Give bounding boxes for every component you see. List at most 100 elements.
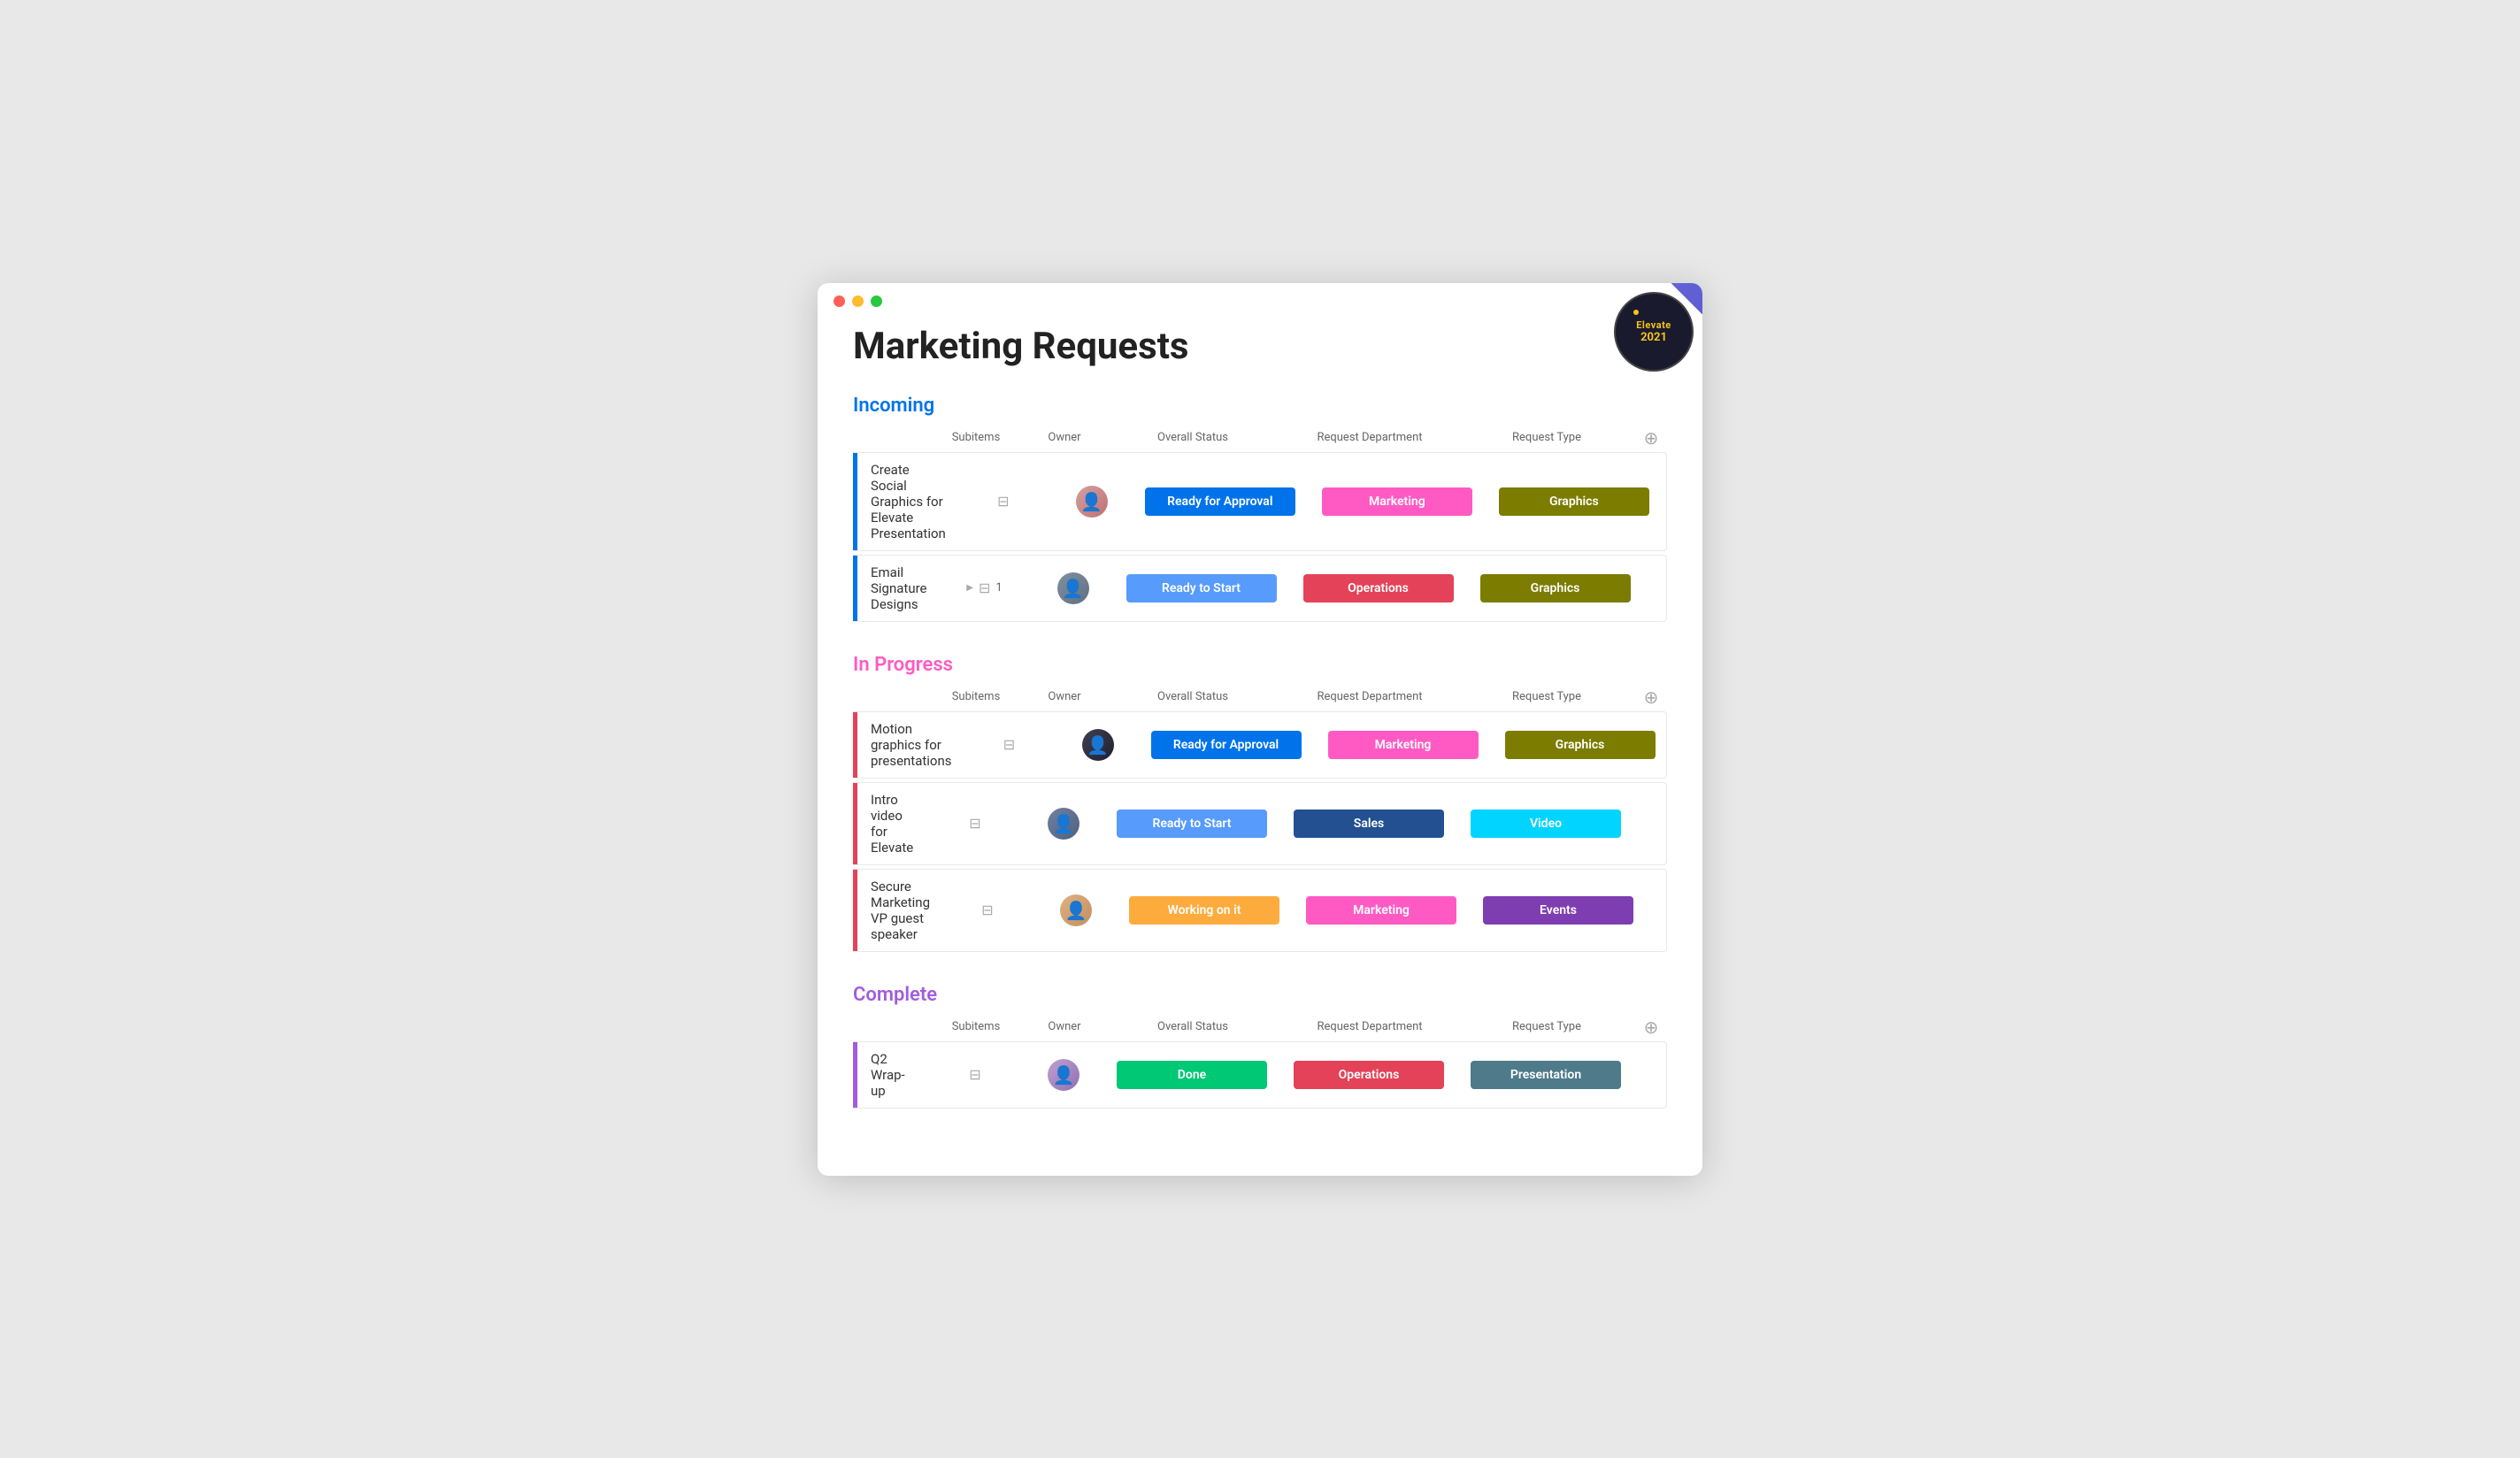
dept-cell[interactable]: Marketing <box>1293 893 1470 928</box>
maximize-button[interactable] <box>871 295 882 307</box>
status-cell[interactable]: Ready to Start <box>1113 571 1290 606</box>
column-headers: SubitemsOwnerOverall StatusRequest Depar… <box>853 1011 1667 1041</box>
status-badge[interactable]: Ready to Start <box>1126 574 1277 602</box>
dept-badge[interactable]: Operations <box>1294 1061 1444 1089</box>
table-row[interactable]: Intro video for Elevate⊟👤 Ready to Start S… <box>853 782 1667 865</box>
expand-icon[interactable]: ▶ <box>966 583 973 593</box>
page-content: Marketing Requests IncomingSubitemsOwner… <box>818 316 1702 1176</box>
row-accent <box>853 1042 857 1108</box>
type-badge[interactable]: Graphics <box>1480 574 1631 602</box>
dept-badge[interactable]: Sales <box>1294 810 1444 838</box>
subitems-cell: ⊟ <box>926 1066 1024 1083</box>
col-header-dept: Request Department <box>1281 431 1458 444</box>
avatar: 👤 <box>1076 486 1108 518</box>
owner-cell: 👤 <box>1052 486 1132 518</box>
dept-badge[interactable]: Operations <box>1303 574 1454 602</box>
owner-cell: 👤 <box>1033 572 1113 604</box>
owner-cell: 👤 <box>1058 729 1138 761</box>
owner-cell: 👤 <box>1024 808 1103 840</box>
add-column-button[interactable]: ⊕ <box>1635 1017 1667 1038</box>
row-accent <box>853 453 857 550</box>
table-row[interactable]: Secure Marketing VP guest speaker ⊟ 👤 Worki… <box>853 869 1667 952</box>
section-header-row: Complete <box>853 984 1667 1006</box>
subitem-icon: ⊟ <box>979 579 990 596</box>
col-header-status: Overall Status <box>1104 690 1281 703</box>
type-badge[interactable]: Events <box>1483 896 1633 925</box>
sections-container: IncomingSubitemsOwnerOverall StatusReque… <box>853 395 1667 1109</box>
status-cell[interactable]: Ready to Start <box>1103 806 1280 841</box>
subitems-cell: ⊟ <box>955 493 1052 510</box>
type-cell[interactable]: Graphics <box>1486 484 1663 519</box>
avatar: 👤 <box>1057 572 1089 604</box>
type-cell[interactable]: Graphics <box>1467 571 1644 606</box>
col-header-owner: Owner <box>1025 431 1104 444</box>
type-cell[interactable]: Graphics <box>1492 727 1669 763</box>
dept-cell[interactable]: Sales <box>1280 806 1457 841</box>
table-row[interactable]: Motion graphics for presentations ⊟ 👤 Ready… <box>853 711 1667 779</box>
subitems-cell: ⊟ <box>926 815 1024 832</box>
page-title: Marketing Requests <box>853 325 1667 368</box>
col-header-subitems: Subitems <box>927 431 1025 444</box>
status-badge[interactable]: Ready for Approval <box>1151 731 1302 759</box>
add-column-button[interactable]: ⊕ <box>1635 687 1667 708</box>
type-cell[interactable]: Events <box>1470 893 1647 928</box>
subitem-icon: ⊟ <box>969 1066 980 1083</box>
status-cell[interactable]: Ready for Approval <box>1132 484 1309 519</box>
owner-cell: 👤 <box>1036 894 1116 926</box>
subitem-icon: ⊟ <box>981 902 993 918</box>
task-name[interactable]: Secure Marketing VP guest speaker <box>853 870 939 951</box>
task-name[interactable]: Email Signature Designs <box>853 556 936 621</box>
dept-cell[interactable]: Operations <box>1280 1057 1457 1093</box>
type-badge[interactable]: Graphics <box>1505 731 1656 759</box>
status-cell[interactable]: Ready for Approval <box>1138 727 1315 763</box>
subitems-count: 1 <box>995 581 1002 595</box>
dept-cell[interactable]: Operations <box>1290 571 1467 606</box>
dept-badge[interactable]: Marketing <box>1328 731 1479 759</box>
dept-cell[interactable]: Marketing <box>1315 727 1492 763</box>
status-cell[interactable]: Done <box>1103 1057 1280 1093</box>
section-header-row: Incoming <box>853 395 1667 417</box>
col-header-subitems: Subitems <box>927 1020 1025 1033</box>
dept-badge[interactable]: Marketing <box>1306 896 1456 925</box>
dept-cell[interactable]: Marketing <box>1309 484 1486 519</box>
type-cell[interactable]: Video <box>1457 806 1634 841</box>
column-headers: SubitemsOwnerOverall StatusRequest Depar… <box>853 681 1667 711</box>
table-row[interactable]: Email Signature Designs ▶ ⊟ 1 👤 Ready to Star… <box>853 555 1667 622</box>
status-badge[interactable]: Ready to Start <box>1117 810 1267 838</box>
add-column-button[interactable]: ⊕ <box>1635 427 1667 449</box>
task-name[interactable]: Create Social Graphics for Elevate Prese… <box>853 453 955 550</box>
task-name[interactable]: Motion graphics for presentations <box>853 712 961 778</box>
table-row[interactable]: Create Social Graphics for Elevate Prese… <box>853 452 1667 551</box>
col-header-type: Request Type <box>1458 431 1635 444</box>
subitem-icon: ⊟ <box>1003 736 1015 753</box>
type-cell[interactable]: Presentation <box>1457 1057 1634 1093</box>
status-badge[interactable]: Done <box>1117 1061 1267 1089</box>
subitems-cell: ⊟ <box>961 736 1058 753</box>
col-header-subitems: Subitems <box>927 690 1025 703</box>
subitems-cell: ⊟ <box>939 902 1036 918</box>
main-window: Elevate 2021 Marketing Requests Incoming… <box>818 283 1702 1176</box>
type-badge[interactable]: Graphics <box>1499 487 1649 516</box>
col-header-owner: Owner <box>1025 690 1104 703</box>
section-title: Incoming <box>853 395 934 417</box>
row-accent <box>853 783 857 864</box>
section-in-progress: In ProgressSubitemsOwnerOverall StatusRe… <box>853 654 1667 952</box>
avatar: 👤 <box>1060 894 1092 926</box>
col-header-dept: Request Department <box>1281 1020 1458 1033</box>
status-badge[interactable]: Ready for Approval <box>1145 487 1295 516</box>
status-badge[interactable]: Working on it <box>1129 896 1279 925</box>
task-name[interactable]: Q2 Wrap-up <box>853 1042 926 1108</box>
type-badge[interactable]: Presentation <box>1471 1061 1621 1089</box>
type-badge[interactable]: Video <box>1471 810 1621 838</box>
table-row[interactable]: Q2 Wrap-up ⊟ 👤 Done Operations Presentation <box>853 1041 1667 1109</box>
dept-badge[interactable]: Marketing <box>1322 487 1472 516</box>
section-complete: Complete SubitemsOwnerOverall StatusReque… <box>853 984 1667 1109</box>
task-name[interactable]: Intro video for Elevate <box>853 783 926 864</box>
row-accent <box>853 712 857 778</box>
minimize-button[interactable] <box>852 295 864 307</box>
status-cell[interactable]: Working on it <box>1116 893 1293 928</box>
avatar: 👤 <box>1048 1059 1079 1091</box>
row-accent <box>853 556 857 621</box>
close-button[interactable] <box>834 295 845 307</box>
subitems-cell: ▶ ⊟ 1 <box>936 579 1033 596</box>
